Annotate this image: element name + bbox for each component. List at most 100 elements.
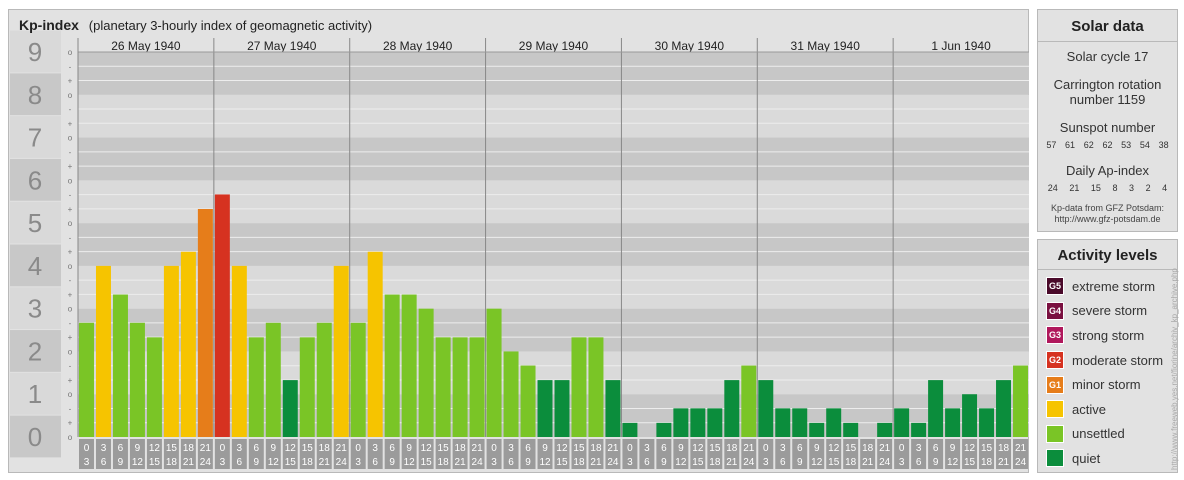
interval-start-label: 12 [149,443,161,454]
kp-bar [554,380,570,437]
interval-start-label: 0 [763,443,769,454]
interval-start-label: 6 [797,443,803,454]
data-credit: Kp-data from GFZ Potsdam: [1050,203,1165,213]
sunspot-value: 61 [1065,140,1076,150]
y-minor-tick-label: - [69,191,72,200]
chart-subtitle: (planetary 3-hourly index of geomagnetic… [88,18,373,33]
y-minor-tick-label: o [68,91,73,100]
interval-end-label: 9 [797,457,803,468]
ap-value: 24 [1047,183,1058,193]
interval-start-label: 18 [726,443,738,454]
kp-bar [95,265,111,437]
interval-end-label: 12 [947,457,959,468]
interval-end-label: 3 [355,457,361,468]
interval-end-label: 9 [118,457,124,468]
interval-end-label: 15 [556,457,568,468]
kp-bar [384,294,400,437]
kp-bar [282,380,298,437]
interval-start-label: 21 [607,443,619,454]
sunspot-value: 57 [1046,140,1057,150]
kp-bar [809,422,825,437]
kp-bar [724,380,740,437]
y-minor-tick-label: + [68,376,73,385]
interval-start-label: 0 [899,443,905,454]
interval-start-label: 12 [828,443,840,454]
ap-index-values: 24 21 15 8 3 2 4 [1038,183,1177,193]
interval-start-label: 12 [692,443,704,454]
interval-end-label: 24 [336,457,348,468]
legend-label: moderate storm [1072,352,1164,368]
y-minor-tick-label: + [68,248,73,257]
kp-bar [894,408,910,437]
legend-item-severe-storm: G4 severe storm [1038,299,1177,324]
kp-bar [537,380,553,437]
interval-end-label: 6 [780,457,786,468]
kp-chart: 0123456789o+o-+o-+o-+o-+o-+o-+o-+o-+o-26… [10,30,1029,469]
y-minor-tick-label: - [69,148,72,157]
interval-end-label: 21 [998,457,1010,468]
kp-bar [656,422,672,437]
interval-start-label: 9 [678,443,684,454]
legend-item-quiet: quiet [1038,446,1177,471]
interval-start-label: 6 [389,443,395,454]
g2-badge: G2 [1046,351,1064,370]
interval-start-label: 21 [472,443,484,454]
interval-start-label: 6 [118,443,124,454]
kp-bar [622,422,638,437]
interval-end-label: 9 [661,457,667,468]
interval-end-label: 24 [200,457,212,468]
interval-end-label: 21 [319,457,331,468]
active-swatch [1046,400,1064,419]
interval-end-label: 15 [964,457,976,468]
y-minor-tick-label: - [69,362,72,371]
interval-start-label: 0 [627,443,633,454]
kp-bar [214,194,230,437]
g1-badge: G1 [1046,375,1064,394]
interval-start-label: 0 [84,443,90,454]
day-label: 31 May 1940 [791,39,861,53]
y-major-tick-label: 1 [28,379,42,409]
kp-bar [231,265,247,437]
interval-start-label: 12 [556,443,568,454]
interval-start-label: 6 [933,443,939,454]
interval-start-label: 0 [491,443,497,454]
interval-start-label: 12 [285,443,297,454]
interval-start-label: 18 [590,443,602,454]
kp-bar [180,251,196,437]
y-minor-tick-label: + [68,119,73,128]
sunspot-value: 62 [1102,140,1113,150]
interval-end-label: 21 [862,457,874,468]
data-credit-link[interactable]: http://www.gfz-potsdam.de [1038,214,1177,225]
sunspot-value: 38 [1158,140,1169,150]
interval-end-label: 15 [692,457,704,468]
kp-bar [707,408,723,437]
interval-end-label: 15 [828,457,840,468]
carrington-rotation-number: number 1159 [1069,92,1146,107]
ap-value: 4 [1162,183,1168,193]
kp-band [78,94,1029,138]
interval-end-label: 9 [933,457,939,468]
interval-start-label: 15 [438,443,450,454]
y-minor-tick-label: + [68,419,73,428]
interval-end-label: 6 [916,457,922,468]
interval-end-label: 9 [254,457,260,468]
interval-start-label: 12 [964,443,976,454]
interval-end-label: 3 [763,457,769,468]
interval-start-label: 15 [166,443,178,454]
interval-end-label: 18 [302,457,314,468]
legend-label: quiet [1072,450,1101,466]
y-major-tick-label: 6 [28,165,42,195]
chart-title-main: Kp-index [19,17,79,33]
day-label: 30 May 1940 [655,39,725,53]
interval-start-label: 15 [573,443,585,454]
interval-start-label: 18 [998,443,1010,454]
interval-start-label: 3 [916,443,922,454]
y-minor-tick-label: o [68,176,73,185]
interval-start-label: 9 [542,443,548,454]
interval-end-label: 18 [981,457,993,468]
interval-end-label: 3 [220,457,226,468]
interval-end-label: 12 [404,457,416,468]
kp-bar [367,251,383,437]
legend-label: minor storm [1072,377,1141,393]
y-minor-tick-label: + [68,77,73,86]
